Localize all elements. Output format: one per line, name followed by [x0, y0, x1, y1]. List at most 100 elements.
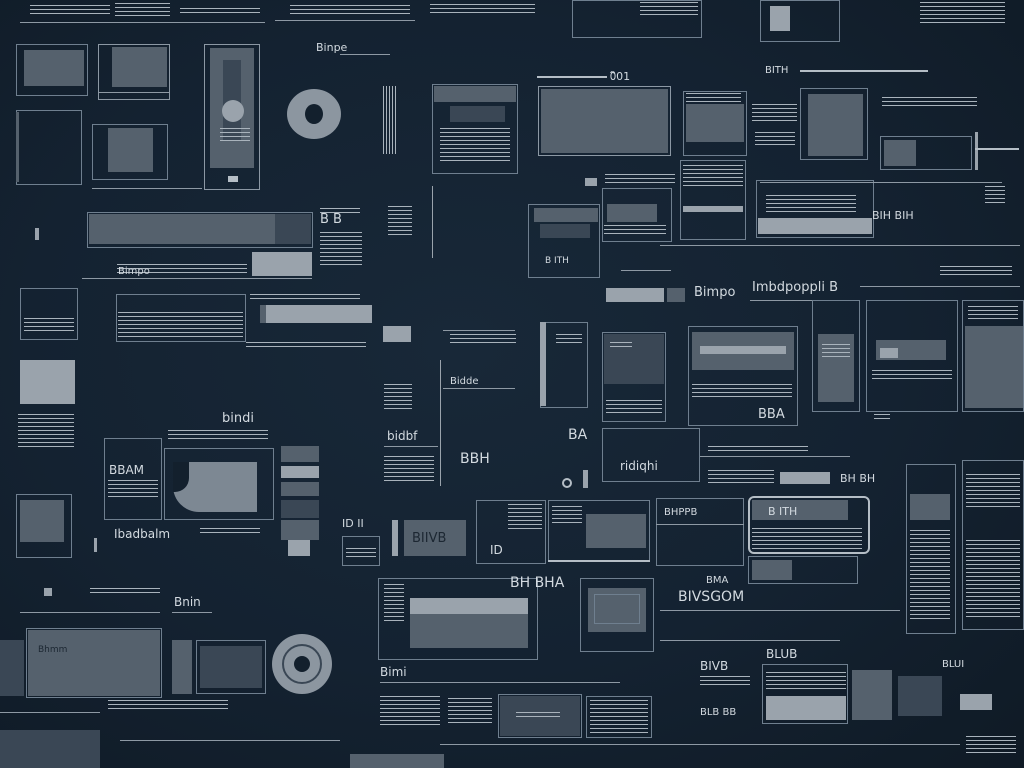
panel-n-bar: [262, 305, 372, 323]
label-t14: BIIVB: [412, 531, 447, 546]
label-t32: BLUI: [942, 659, 965, 670]
panel-gg-fill: [752, 560, 792, 580]
label-t11: Ibadbalm: [114, 527, 171, 541]
tall-device-button: [228, 176, 238, 182]
panel-g-side-lines-2: [755, 132, 795, 146]
panel-ii-left: [172, 640, 192, 694]
left-edge-block: [0, 640, 24, 696]
label-t08-lines: [168, 430, 268, 442]
right-upper-lines: [882, 97, 977, 107]
bottom-center-block: [350, 754, 444, 768]
panel-p: [104, 438, 162, 520]
panel-mm-lines: [590, 700, 648, 734]
right-rule-lines: [940, 266, 1012, 276]
block-r-fill: [20, 500, 64, 542]
stack-6: [288, 540, 310, 556]
small-white-block: [383, 326, 411, 342]
panel-nn-fill: [766, 696, 846, 720]
bottom-left-block: [0, 730, 100, 768]
panel-s-edge: [540, 322, 546, 406]
bottom-dot: [44, 588, 52, 596]
panel-h-rule: [975, 148, 1019, 150]
panel-g-fill: [808, 94, 863, 156]
label-t11-lines: [200, 528, 260, 534]
bottom-rule-1: [20, 612, 160, 613]
panel-y-fill: [965, 326, 1023, 408]
top-rule: [20, 22, 265, 23]
label-t11-small: Bimpo: [118, 266, 150, 277]
block-o: [20, 360, 75, 404]
mid-right-rule: [700, 456, 850, 457]
tall-device-dot: [222, 100, 244, 122]
stack-4: [281, 500, 319, 518]
panel-l-top-rule: [760, 182, 1002, 183]
bottom-rule-6: [120, 740, 340, 741]
panel-j-top-lines: [605, 174, 675, 184]
tall-device-lines: [220, 128, 250, 142]
panel-bb-edge: [392, 520, 398, 556]
panel-hh-fill: [28, 630, 160, 696]
label-t20: BLB BB: [700, 707, 737, 718]
donut-top-hole: [305, 104, 323, 124]
panel-jj-lines: [384, 584, 404, 624]
bottom-lines-2: [380, 696, 440, 726]
block-m-lines: [24, 318, 74, 332]
c-rule-mid: [443, 388, 515, 389]
panel-l-right-lines: [985, 186, 1005, 206]
panel-n-under-lines: [246, 342, 366, 350]
label-t01: 0ิ01: [610, 70, 631, 83]
panel-v-lines: [692, 384, 792, 400]
block-a-fill: [24, 50, 84, 86]
bottom-rule-3: [660, 640, 840, 641]
panel-ll-lines: [516, 712, 560, 720]
stack-5: [281, 520, 319, 540]
panel-n-bar-end: [260, 305, 266, 323]
panel-dd-lines: [552, 506, 582, 526]
label-t09: bidbf: [387, 429, 418, 443]
panel-nn-lines: [766, 672, 846, 690]
block-d-fill: [108, 128, 153, 172]
bottom-lines-4: [700, 676, 750, 686]
right-rule: [860, 286, 1020, 287]
ring-small-mark: [583, 470, 588, 488]
panel-pp: [898, 676, 942, 716]
label-t15: BA: [568, 427, 588, 443]
panel-cc-lines: [508, 504, 542, 530]
panel-l-lines: [766, 195, 856, 213]
panel-t-lines: [610, 342, 632, 350]
label-t29: Bidde: [450, 376, 479, 387]
label-t28: BHPPB: [664, 507, 698, 518]
label-t04: BITH: [765, 65, 789, 76]
rule-t03: [340, 54, 390, 55]
bottom-lines-3: [448, 698, 492, 726]
block-d-rule: [92, 188, 202, 189]
row-rule: [82, 278, 312, 279]
label-t24: BIVSGOM: [678, 589, 745, 605]
top-text-lines-5: [430, 4, 535, 14]
vertical-divider: [432, 186, 433, 258]
btn-like-2: [667, 288, 685, 302]
label-t21: BIH BIH: [872, 209, 914, 222]
label-t06: Bimpo: [694, 285, 736, 300]
rule-mid: [621, 270, 671, 271]
block-o-lines: [18, 414, 74, 450]
bottom-lines-5: [108, 700, 228, 712]
panel-e-header: [434, 86, 516, 102]
top-rule-2: [275, 20, 415, 21]
panel-ff-bar: [752, 500, 848, 520]
stack-3: [281, 482, 319, 496]
c-divider: [440, 360, 441, 486]
label-t25: BIVB: [700, 659, 729, 673]
bottom-rule-4: [380, 682, 620, 683]
block-c-edge: [16, 112, 19, 182]
panel-qq-lines: [966, 736, 1016, 756]
screen-large-fill: [541, 89, 668, 153]
bottom-rule-2: [660, 610, 900, 611]
panel-h-bar: [975, 132, 978, 170]
top-text-lines: [30, 5, 110, 17]
label-t17: BBA: [758, 407, 785, 422]
label-t11-mark: [94, 538, 97, 552]
panel-i-body: [540, 224, 590, 238]
panel-ff-lines: [752, 528, 862, 550]
c-lines-3: [450, 334, 516, 344]
